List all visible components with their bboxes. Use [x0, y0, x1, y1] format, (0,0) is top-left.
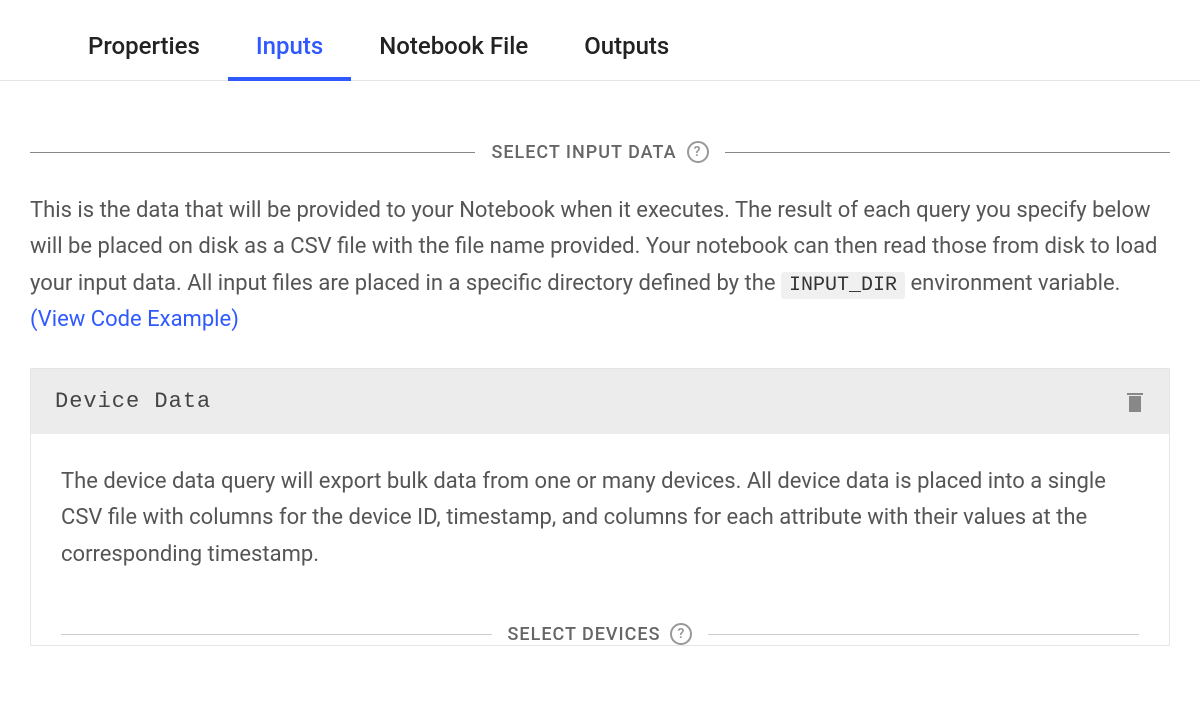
section-label: SELECT INPUT DATA ? [491, 141, 708, 163]
trash-icon[interactable] [1125, 391, 1145, 413]
view-code-example-link[interactable]: (View Code Example) [30, 307, 239, 332]
tab-notebook-file[interactable]: Notebook File [351, 20, 556, 80]
divider-line [725, 152, 1170, 153]
card-description: The device data query will export bulk d… [61, 464, 1139, 573]
description-text-2: environment variable. [905, 271, 1120, 296]
content-area: SELECT INPUT DATA ? This is the data tha… [0, 81, 1200, 646]
section-label-text: SELECT INPUT DATA [491, 142, 676, 163]
divider-line [30, 152, 475, 153]
section-label: SELECT DEVICES ? [508, 623, 693, 645]
tabs-bar: Properties Inputs Notebook File Outputs [0, 20, 1200, 81]
section-divider-input-data: SELECT INPUT DATA ? [30, 141, 1170, 163]
env-var-code: INPUT_DIR [781, 272, 905, 299]
tab-inputs[interactable]: Inputs [228, 20, 351, 80]
tab-outputs[interactable]: Outputs [556, 20, 697, 80]
divider-line [61, 634, 492, 635]
section-label-text: SELECT DEVICES [508, 624, 661, 645]
card-title: Device Data [55, 389, 211, 414]
card-body: The device data query will export bulk d… [31, 434, 1169, 645]
divider-line [708, 634, 1139, 635]
device-data-card: Device Data The device data query will e… [30, 368, 1170, 646]
help-icon[interactable]: ? [687, 141, 709, 163]
card-header: Device Data [31, 369, 1169, 434]
help-icon[interactable]: ? [670, 623, 692, 645]
section-description: This is the data that will be provided t… [30, 193, 1170, 338]
section-divider-select-devices: SELECT DEVICES ? [61, 623, 1139, 645]
tab-properties[interactable]: Properties [60, 20, 228, 80]
